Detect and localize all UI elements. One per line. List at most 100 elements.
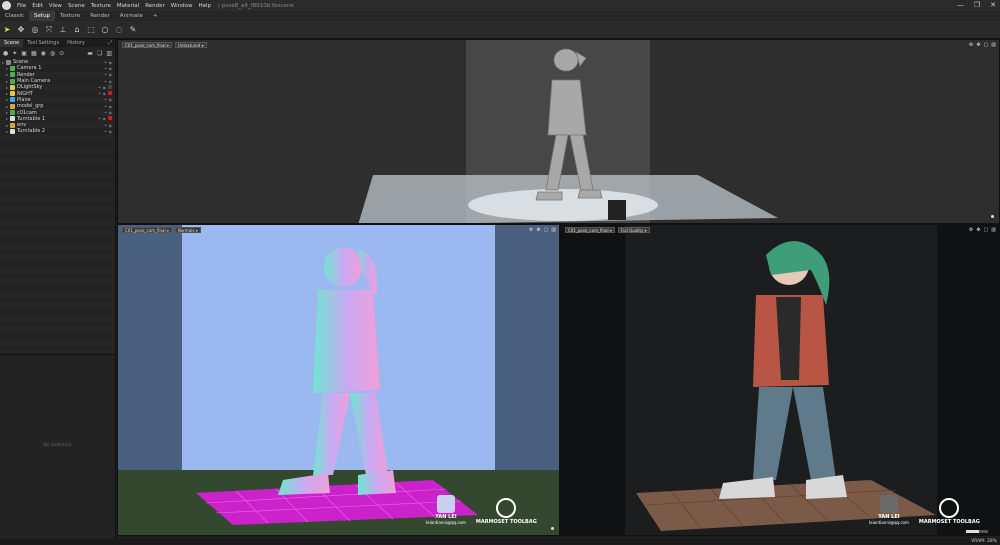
tree-item[interactable]: ▸ env 🔒︎ ◉ bbox=[0, 121, 115, 129]
visibility-icon[interactable]: ◉ bbox=[109, 104, 113, 109]
visibility-icon[interactable]: ◉ bbox=[109, 123, 113, 128]
layer-flag-icon[interactable] bbox=[108, 91, 112, 96]
camera-dropdown[interactable]: C01_pose_cam_final ▾ bbox=[565, 227, 615, 233]
visibility-icon[interactable]: ◉ bbox=[109, 129, 113, 134]
rotate-tool-icon[interactable]: ◎ bbox=[30, 25, 40, 35]
shading-dropdown[interactable]: Untextured ▾ bbox=[174, 42, 207, 48]
add-object-icon[interactable]: ● bbox=[3, 50, 8, 57]
maximize-view-icon[interactable]: ▢ bbox=[544, 227, 549, 233]
grid-icon[interactable]: ▦ bbox=[31, 50, 37, 57]
tree-item[interactable]: ▸ Turntable 2 🔒︎ ◉ bbox=[0, 128, 115, 135]
tab-texture[interactable]: Texture bbox=[55, 11, 85, 21]
visibility-icon[interactable]: ◉ bbox=[103, 85, 107, 90]
camera-add-icon[interactable]: ▣ bbox=[21, 50, 27, 57]
tree-item[interactable]: ▸ c01cam 🔒︎ ◉ bbox=[0, 109, 115, 116]
duplicate-icon[interactable]: ❏ bbox=[97, 50, 102, 57]
select-tool-icon[interactable]: ➤ bbox=[2, 25, 12, 35]
shading-dropdown[interactable]: Normals ▾ bbox=[174, 227, 201, 233]
visibility-icon[interactable]: ◉ bbox=[109, 110, 113, 115]
tree-item[interactable]: ▸ DLightSky 🔒︎ ◉ bbox=[0, 84, 115, 91]
tree-item[interactable]: ▸ Main Camera 🔒︎ ◉ bbox=[0, 77, 115, 85]
maximize-button[interactable]: ❐ bbox=[974, 1, 980, 9]
lock-icon[interactable]: 🔒︎ bbox=[105, 66, 107, 71]
settings-icon[interactable]: ⚙ bbox=[529, 227, 533, 233]
shader-icon[interactable]: ◉ bbox=[41, 50, 46, 57]
menu-view[interactable]: View bbox=[46, 3, 65, 9]
viewport-bottom-left[interactable]: C01_pose_cam_final ▾ Normals ▾ ⚙ ✥ ▢ ▥ Y… bbox=[117, 224, 560, 536]
visibility-icon[interactable]: ◉ bbox=[109, 60, 113, 65]
lock-icon[interactable]: 🔒︎ bbox=[99, 91, 101, 96]
add-tab-button[interactable]: + bbox=[148, 11, 163, 21]
minimize-button[interactable]: — bbox=[957, 1, 964, 9]
tab-tool-settings[interactable]: Tool Settings bbox=[23, 39, 63, 47]
viewport-bottom-right[interactable]: C01_pose_cam_final ▾ Full Quality ▾ ⚙ ✥ … bbox=[560, 224, 1000, 536]
tree-item[interactable]: ▸ Render 🔒︎ ◉ bbox=[0, 71, 115, 78]
layer-flag-icon[interactable] bbox=[108, 84, 112, 89]
tab-setup[interactable]: Setup bbox=[29, 11, 56, 21]
visibility-icon[interactable]: ◉ bbox=[109, 72, 113, 77]
shading-dropdown[interactable]: Full Quality ▾ bbox=[617, 227, 650, 233]
tree-item[interactable]: ▸ Turntable 1 🔒︎ ◉ bbox=[0, 115, 115, 122]
tree-item[interactable]: ▸ NIGHT 🔒︎ ◉ bbox=[0, 90, 115, 97]
split-view-icon[interactable]: ▥ bbox=[991, 42, 996, 48]
menu-material[interactable]: Material bbox=[114, 3, 142, 9]
visibility-icon[interactable]: ◉ bbox=[109, 79, 113, 84]
lock-icon[interactable]: 🔒︎ bbox=[105, 79, 107, 84]
maximize-view-icon[interactable]: ▢ bbox=[984, 227, 989, 233]
box-select-icon[interactable]: ⬚ bbox=[86, 25, 96, 35]
tree-item[interactable]: ▸ Scene 🔒︎ ◉ bbox=[0, 59, 115, 66]
expand-panel-icon[interactable]: ⤢ bbox=[108, 39, 115, 47]
camera-tool-icon[interactable]: ⌂ bbox=[72, 25, 82, 35]
folder-icon[interactable]: ▬ bbox=[87, 50, 93, 57]
lasso-select-icon[interactable]: ◌ bbox=[114, 25, 124, 35]
trash-icon[interactable]: ▥ bbox=[106, 50, 112, 57]
tab-animate[interactable]: Animate bbox=[115, 11, 148, 21]
settings-icon[interactable]: ⚙ bbox=[969, 42, 973, 48]
settings-icon[interactable]: ⚙ bbox=[969, 227, 973, 233]
light-icon[interactable]: ✦ bbox=[12, 50, 17, 57]
camera-dropdown[interactable]: C01_pose_cam_final ▾ bbox=[122, 42, 172, 48]
layer-flag-icon[interactable] bbox=[108, 116, 112, 121]
menu-help[interactable]: Help bbox=[195, 3, 214, 9]
menu-render[interactable]: Render bbox=[142, 3, 168, 9]
tab-classic[interactable]: Classic bbox=[0, 11, 29, 21]
tab-history[interactable]: History bbox=[63, 39, 89, 47]
lock-icon[interactable]: 🔒︎ bbox=[105, 104, 107, 109]
lock-icon[interactable]: 🔒︎ bbox=[105, 129, 107, 134]
move-view-icon[interactable]: ✥ bbox=[976, 42, 980, 48]
globe-icon[interactable]: ◍ bbox=[50, 50, 55, 57]
pivot-tool-icon[interactable]: ⊥ bbox=[58, 25, 68, 35]
menu-texture[interactable]: Texture bbox=[88, 3, 114, 9]
tree-item[interactable]: ▸ model_grp 🔒︎ ◉ bbox=[0, 103, 115, 110]
tree-item[interactable]: ▸ Plane 🔒︎ ◉ bbox=[0, 96, 115, 104]
scale-tool-icon[interactable]: ⤧ bbox=[44, 25, 54, 35]
tree-item[interactable]: ▸ Camera 1 🔒︎ ◉ bbox=[0, 65, 115, 72]
visibility-icon[interactable]: ◉ bbox=[103, 116, 107, 121]
visibility-icon[interactable]: ◉ bbox=[109, 97, 113, 102]
lock-icon[interactable]: 🔒︎ bbox=[99, 85, 101, 90]
split-view-icon[interactable]: ▥ bbox=[991, 227, 996, 233]
menu-file[interactable]: File bbox=[14, 3, 29, 9]
visibility-icon[interactable]: ◉ bbox=[103, 91, 107, 96]
visibility-icon[interactable]: ◉ bbox=[109, 66, 113, 71]
menu-window[interactable]: Window bbox=[168, 3, 196, 9]
tab-scene[interactable]: Scene bbox=[0, 39, 24, 47]
link-icon[interactable]: ⊙ bbox=[59, 50, 64, 57]
tab-render[interactable]: Render bbox=[85, 11, 115, 21]
camera-dropdown[interactable]: C01_pose_cam_final ▾ bbox=[122, 227, 172, 233]
lock-icon[interactable]: 🔒︎ bbox=[105, 60, 107, 65]
menu-scene[interactable]: Scene bbox=[65, 3, 88, 9]
close-button[interactable]: ✕ bbox=[990, 1, 996, 9]
maximize-view-icon[interactable]: ▢ bbox=[984, 42, 989, 48]
lock-icon[interactable]: 🔒︎ bbox=[105, 72, 107, 77]
move-view-icon[interactable]: ✥ bbox=[536, 227, 540, 233]
paint-select-icon[interactable]: ✎ bbox=[128, 25, 138, 35]
circle-select-icon[interactable]: ○ bbox=[100, 25, 110, 35]
viewport-top[interactable]: C01_pose_cam_final ▾ Untextured ▾ ⚙ ✥ ▢ … bbox=[117, 39, 1000, 224]
menu-edit[interactable]: Edit bbox=[29, 3, 46, 9]
move-tool-icon[interactable]: ✥ bbox=[16, 25, 26, 35]
move-view-icon[interactable]: ✥ bbox=[976, 227, 980, 233]
lock-icon[interactable]: 🔒︎ bbox=[105, 110, 107, 115]
lock-icon[interactable]: 🔒︎ bbox=[105, 123, 107, 128]
lock-icon[interactable]: 🔒︎ bbox=[99, 116, 101, 121]
